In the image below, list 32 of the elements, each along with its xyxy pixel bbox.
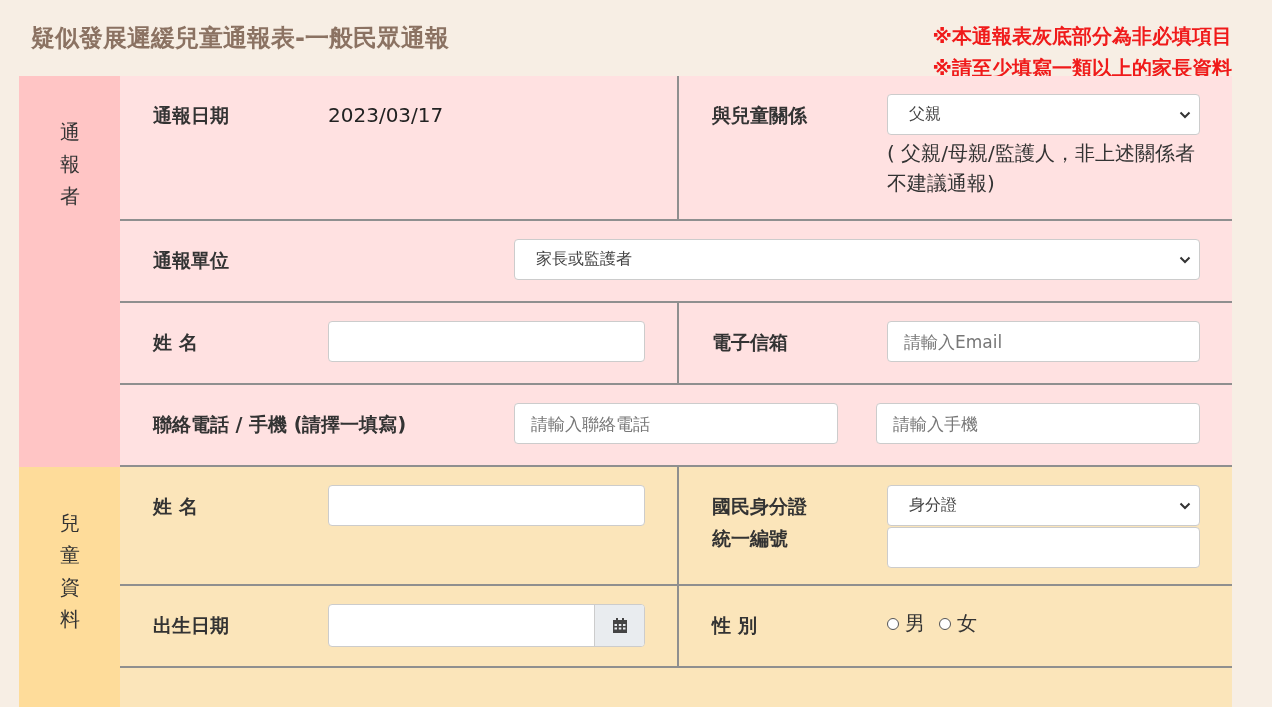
field-label: 與兒童關係 <box>712 103 808 128</box>
date-value: 2023/03/17 <box>328 102 445 129</box>
select-field[interactable]: 身分證 <box>887 485 1200 526</box>
field-label: 通報日期 <box>153 103 230 128</box>
field-label: 國民身分證統一編號 <box>712 494 808 551</box>
caret-icon <box>1179 110 1191 119</box>
section-label: 通報者 <box>19 76 120 467</box>
field-label: 通報單位 <box>153 248 230 273</box>
input-field[interactable] <box>887 527 1200 568</box>
select-field[interactable]: 家長或監護者 <box>514 239 1200 280</box>
input-field[interactable]: 請輸入手機 <box>876 403 1200 444</box>
radio-option[interactable]: 女 <box>939 610 977 637</box>
calendar-icon[interactable] <box>611 617 628 634</box>
input-field[interactable]: 請輸入Email <box>887 321 1200 362</box>
input-field[interactable] <box>328 485 645 526</box>
form-title: 疑似發展遲緩兒童通報表-一般民眾通報 <box>31 23 449 54</box>
radio-option[interactable]: 男 <box>887 610 925 637</box>
input-field[interactable] <box>328 321 645 362</box>
field-label: 性 別 <box>712 613 758 638</box>
notice-text: ※本通報表灰底部分為非必填項目 <box>932 23 1232 50</box>
field-label: 聯絡電話 / 手機 (請擇一填寫) <box>153 412 408 437</box>
caret-icon <box>1179 501 1191 510</box>
caret-icon <box>1179 255 1191 264</box>
date-field[interactable] <box>328 604 645 647</box>
field-label: 姓 名 <box>153 330 199 355</box>
hint-text: ( 父親/母親/監護人，非上述關係者不建議通報) <box>887 140 1196 197</box>
input-field[interactable]: 請輸入聯絡電話 <box>514 403 838 444</box>
field-label: 出生日期 <box>153 613 230 638</box>
field-label: 電子信箱 <box>712 330 789 355</box>
section-label: 兒童資料 <box>19 467 120 707</box>
select-field[interactable]: 父親 <box>887 94 1200 135</box>
field-label: 姓 名 <box>153 494 199 519</box>
